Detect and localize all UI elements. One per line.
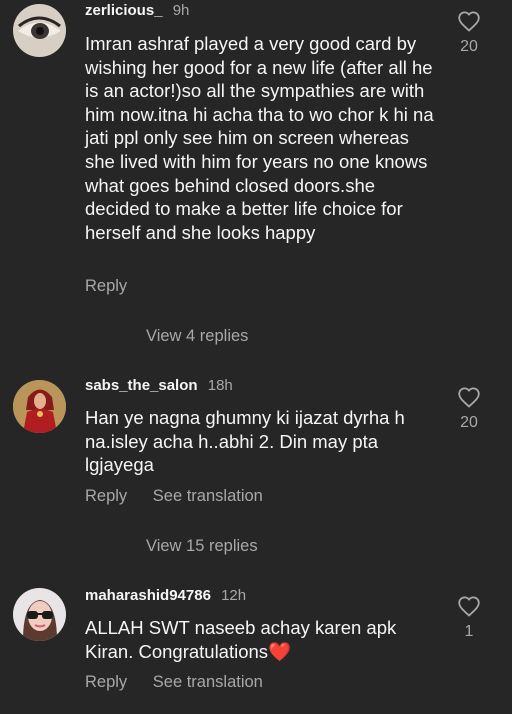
avatar[interactable] [13, 588, 66, 641]
view-replies-button[interactable]: View 4 replies [146, 327, 248, 346]
heart-icon[interactable] [457, 595, 481, 617]
comment-text: Han ye nagna ghumny ki ijazat dyrha h na… [85, 407, 405, 476]
avatar-bride-image [13, 380, 66, 433]
like-count: 20 [460, 414, 478, 431]
reply-button[interactable]: Reply [85, 277, 127, 295]
comment-username[interactable]: maharashid94786 [85, 587, 211, 604]
avatar-sunglasses-image [13, 588, 66, 641]
reply-button[interactable]: Reply [85, 673, 127, 691]
like-count: 20 [460, 38, 478, 55]
comment-username[interactable]: sabs_the_salon [85, 377, 198, 394]
comment-text-content: ALLAH SWT naseeb achay karen apk Kiran. … [85, 617, 397, 662]
comment-time: 9h [172, 2, 190, 19]
reply-button[interactable]: Reply [85, 487, 127, 505]
comment-meta: sabs_the_salon 18h [85, 377, 233, 394]
comment-actions: Reply See translation [85, 487, 284, 506]
comment-actions: Reply See translation [85, 673, 284, 692]
like-count: 1 [464, 623, 474, 640]
see-translation-button[interactable]: See translation [153, 673, 263, 691]
avatar-eye-image [13, 4, 66, 57]
heart-icon[interactable] [457, 10, 481, 32]
comment-username[interactable]: zerlicious_ [85, 2, 163, 19]
like-group: 1 [452, 595, 486, 641]
comment-text: Imran ashraf played a very good card by … [85, 33, 434, 243]
like-group: 20 [452, 386, 486, 432]
heart-icon[interactable] [457, 386, 481, 408]
comment-time: 18h [207, 377, 233, 394]
red-heart-emoji: ❤️ [268, 640, 292, 662]
comment-actions: Reply [85, 277, 148, 296]
avatar[interactable] [13, 380, 66, 433]
comment-meta: maharashid94786 12h [85, 587, 246, 604]
avatar[interactable] [13, 4, 66, 57]
comment-text: ALLAH SWT naseeb achay karen apk Kiran. … [85, 616, 430, 663]
like-group: 20 [452, 10, 486, 56]
view-replies-button[interactable]: View 15 replies [146, 537, 258, 556]
comment-meta: zerlicious_ 9h [85, 2, 189, 19]
see-translation-button[interactable]: See translation [153, 487, 263, 505]
comment-time: 12h [221, 587, 247, 604]
